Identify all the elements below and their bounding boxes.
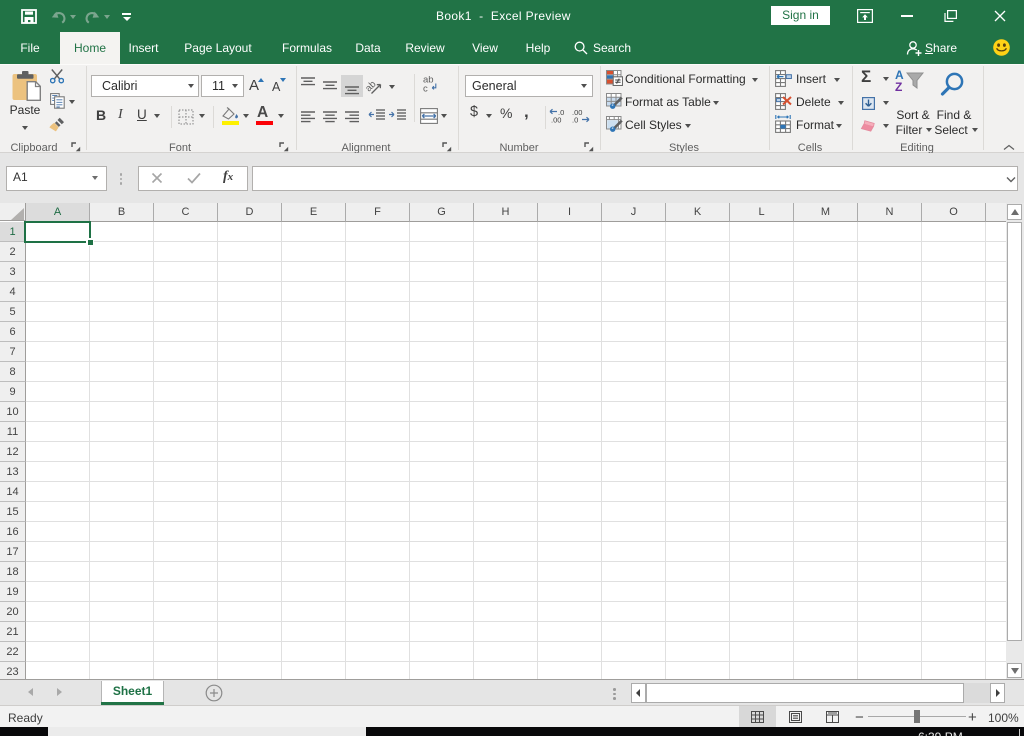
svg-text:.0: .0	[572, 116, 578, 124]
svg-text:ab: ab	[366, 79, 378, 94]
svg-text:.00: .00	[551, 116, 561, 124]
svg-text:c: c	[423, 84, 428, 93]
